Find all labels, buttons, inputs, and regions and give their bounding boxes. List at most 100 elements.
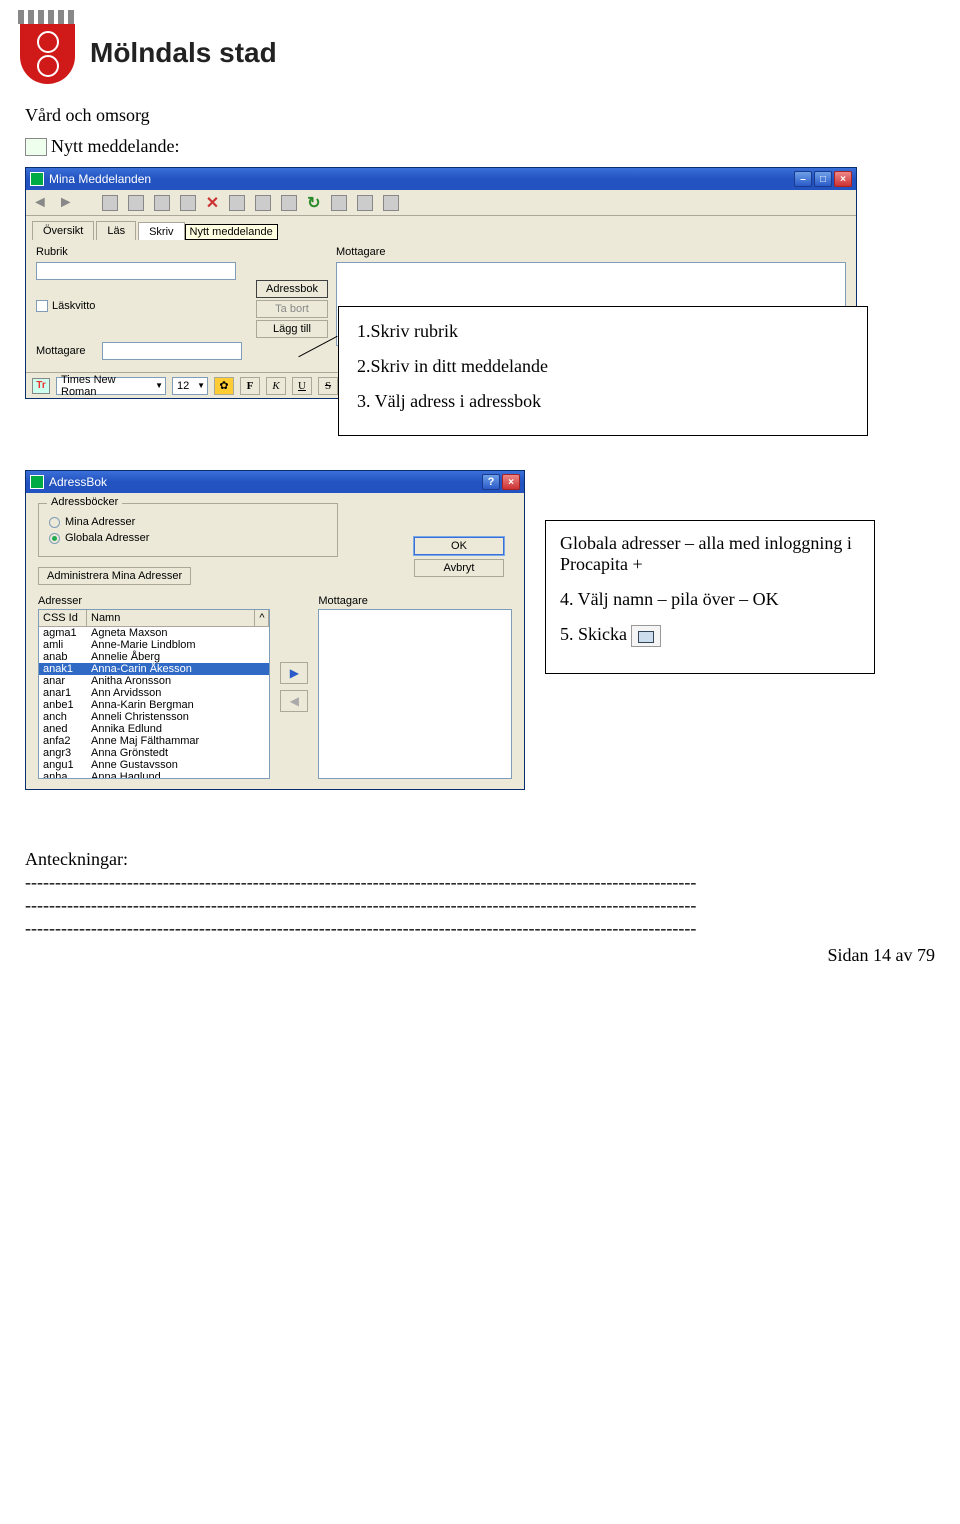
nav-fwd-icon[interactable]: ► [58,194,74,212]
page-header: Mölndals stad [0,0,960,90]
label-mottagare-ab: Mottagare [318,595,512,607]
molndal-logo [20,10,75,85]
toolbar-icon[interactable] [229,195,245,211]
window-title: Mina Meddelanden [49,172,151,186]
tab-skriv[interactable]: Skriv [138,222,184,241]
window-icon [30,475,44,489]
window-icon [30,172,44,186]
tab-oversikt[interactable]: Översikt [32,221,94,240]
help-button[interactable]: ? [482,474,500,490]
new-message-row: Nytt meddelande: [25,136,935,157]
adresser-listbox[interactable]: CSS Id Namn ^ agma1Agneta MaxsonamliAnne… [38,609,270,779]
toolbar-icon[interactable] [180,195,196,211]
adressbok-button[interactable]: Adressbok [256,280,328,298]
label-mottagare: Mottagare [36,345,96,357]
color-button[interactable]: ✿ [214,377,234,395]
move-left-button[interactable]: ◀ [280,690,308,712]
administrera-button[interactable]: Administrera Mina Adresser [38,567,191,585]
toolbar-icon[interactable] [331,195,347,211]
list-row[interactable]: anbe1Anna-Karin Bergman [39,699,269,711]
group-legend: Adressböcker [47,496,122,508]
toolbar-icon[interactable] [255,195,271,211]
laggtill-button[interactable]: Lägg till [256,320,328,338]
underline-button[interactable]: U [292,377,312,395]
list-row[interactable]: anarAnitha Aronsson [39,675,269,687]
font-size-select[interactable]: 12 [172,377,208,395]
notes-line: ----------------------------------------… [25,918,935,939]
list-row[interactable]: angr3Anna Grönstedt [39,747,269,759]
radio-mina-adresser[interactable] [49,517,60,528]
label-laskvitto: Läskvitto [52,300,95,312]
tab-las[interactable]: Läs [96,221,136,240]
list-row[interactable]: anak1Anna-Carin Åkesson [39,663,269,675]
close-button[interactable]: × [502,474,520,490]
note-globala: Globala adresser – alla med inloggning i… [560,533,860,575]
label-mottagare-list: Mottagare [336,246,386,258]
list-row[interactable]: agma1Agneta Maxson [39,627,269,639]
page-footer: Sidan 14 av 79 [25,945,935,966]
toolbar-icon[interactable] [154,195,170,211]
scrollbar-top[interactable]: ^ [255,610,269,626]
org-name: Mölndals stad [90,37,277,69]
nav-back-icon[interactable]: ◄ [32,194,48,212]
list-row[interactable]: anedAnnika Edlund [39,723,269,735]
toolbar-icon[interactable] [102,195,118,211]
list-row[interactable]: anhaAnna Haglund [39,771,269,779]
list-row[interactable]: anar1Ann Arvidsson [39,687,269,699]
font-name-select[interactable]: Times New Roman [56,377,166,395]
step-2: 2.Skriv in ditt meddelande [357,356,849,377]
step-3: 3. Välj adress i adressbok [357,391,849,412]
delete-icon[interactable]: ✕ [206,193,219,213]
close-button[interactable]: × [834,171,852,187]
minimize-button[interactable]: – [794,171,812,187]
new-message-icon [25,138,47,156]
maximize-button[interactable]: □ [814,171,832,187]
callout-steps-1-3: 1.Skriv rubrik 2.Skriv in ditt meddeland… [338,306,868,436]
label-adresser: Adresser [38,595,270,607]
notes-line: ----------------------------------------… [25,895,935,916]
notes-line: ----------------------------------------… [25,872,935,893]
header-namn: Namn [87,610,255,626]
list-row[interactable]: amliAnne-Marie Lindblom [39,639,269,651]
ab-titlebar: AdressBok ? × [26,471,524,493]
list-row[interactable]: anfa2Anne Maj Fälthammar [39,735,269,747]
mottagare-ab-listbox[interactable] [318,609,512,779]
list-row[interactable]: angu1Anne Gustavsson [39,759,269,771]
mottagare-input[interactable] [102,342,242,360]
toolbar-icon[interactable] [281,195,297,211]
step-1: 1.Skriv rubrik [357,321,849,342]
send-icon [631,625,661,647]
ab-title: AdressBok [49,475,107,489]
bold-button[interactable]: F [240,377,260,395]
callout-steps-4-5: Globala adresser – alla med inloggning i… [545,520,875,674]
step-5: 5. Skicka [560,624,860,647]
label-globala-adresser: Globala Adresser [65,532,149,544]
window-adressbok: AdressBok ? × Adressböcker Mina Adresser… [25,470,525,790]
italic-button[interactable]: K [266,377,286,395]
list-row[interactable]: anabAnnelie Åberg [39,651,269,663]
label-rubrik: Rubrik [36,246,96,258]
toolbar: ◄ ► ✕ ↻ [26,190,856,216]
toolbar-icon[interactable] [128,195,144,211]
toolbar-icon[interactable] [357,195,373,211]
refresh-icon[interactable]: ↻ [307,193,320,213]
avbryt-button[interactable]: Avbryt [414,559,504,577]
adressbocker-group: Adressböcker Mina Adresser Globala Adres… [38,503,338,557]
new-message-label: Nytt meddelande: [51,136,179,157]
radio-globala-adresser[interactable] [49,533,60,544]
notes-heading: Anteckningar: [25,849,935,870]
rubrik-input[interactable] [36,262,236,280]
strike-button[interactable]: S [318,377,338,395]
font-icon: Tr [32,378,50,394]
move-right-button[interactable]: ▶ [280,662,308,684]
tabort-button[interactable]: Ta bort [256,300,328,318]
toolbar-icon[interactable] [383,195,399,211]
tooltip-nytt-meddelande: Nytt meddelande [185,224,278,240]
list-row[interactable]: anchAnneli Christensson [39,711,269,723]
header-css-id: CSS Id [39,610,87,626]
section-title: Vård och omsorg [25,105,935,126]
titlebar: Mina Meddelanden – □ × [26,168,856,190]
ok-button[interactable]: OK [414,537,504,555]
tab-row: Översikt Läs Skriv Nytt meddelande [26,216,856,240]
laskvitto-checkbox[interactable] [36,300,48,312]
